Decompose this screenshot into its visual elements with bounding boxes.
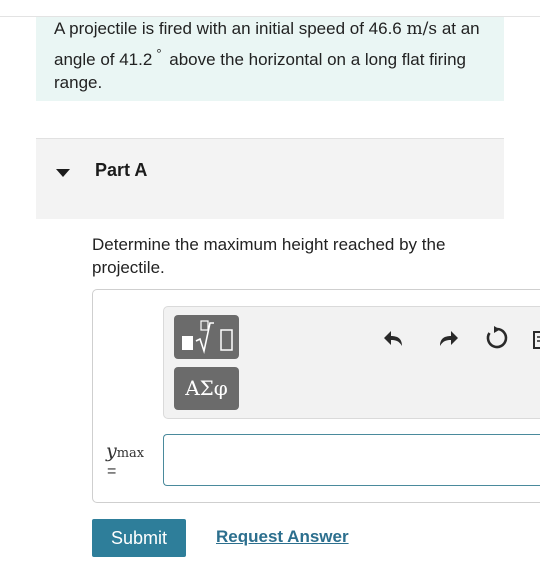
redo-icon[interactable] — [436, 326, 460, 350]
part-title: Part A — [95, 160, 148, 180]
answer-input[interactable] — [163, 434, 540, 486]
greek-symbols-button[interactable]: ΑΣφ — [174, 367, 239, 410]
reset-icon[interactable] — [484, 325, 510, 351]
equals-sign: = — [107, 463, 117, 480]
problem-statement: A projectile is fired with an initial sp… — [54, 17, 484, 95]
problem-text-part-1: A projectile is fired with an initial sp… — [54, 19, 402, 38]
collapse-caret-icon[interactable] — [56, 169, 70, 177]
submit-button[interactable]: Submit — [92, 519, 186, 557]
undo-icon[interactable] — [382, 326, 406, 350]
fraction-root-template-icon — [182, 320, 233, 355]
request-answer-link[interactable]: Request Answer — [216, 527, 349, 547]
keyboard-icon[interactable] — [532, 330, 540, 350]
template-button[interactable] — [174, 315, 239, 359]
variable-subscript: max — [116, 446, 145, 461]
speed-unit: m/s — [406, 19, 438, 39]
degree-symbol: ° — [156, 45, 162, 61]
problem-statement-box: A projectile is fired with an initial sp… — [36, 17, 504, 101]
part-a-header[interactable]: Part A — [36, 138, 504, 219]
question-text: Determine the maximum height reached by … — [92, 235, 446, 277]
variable-symbol: y — [106, 440, 117, 462]
answer-variable-label: ymax — [106, 440, 144, 462]
